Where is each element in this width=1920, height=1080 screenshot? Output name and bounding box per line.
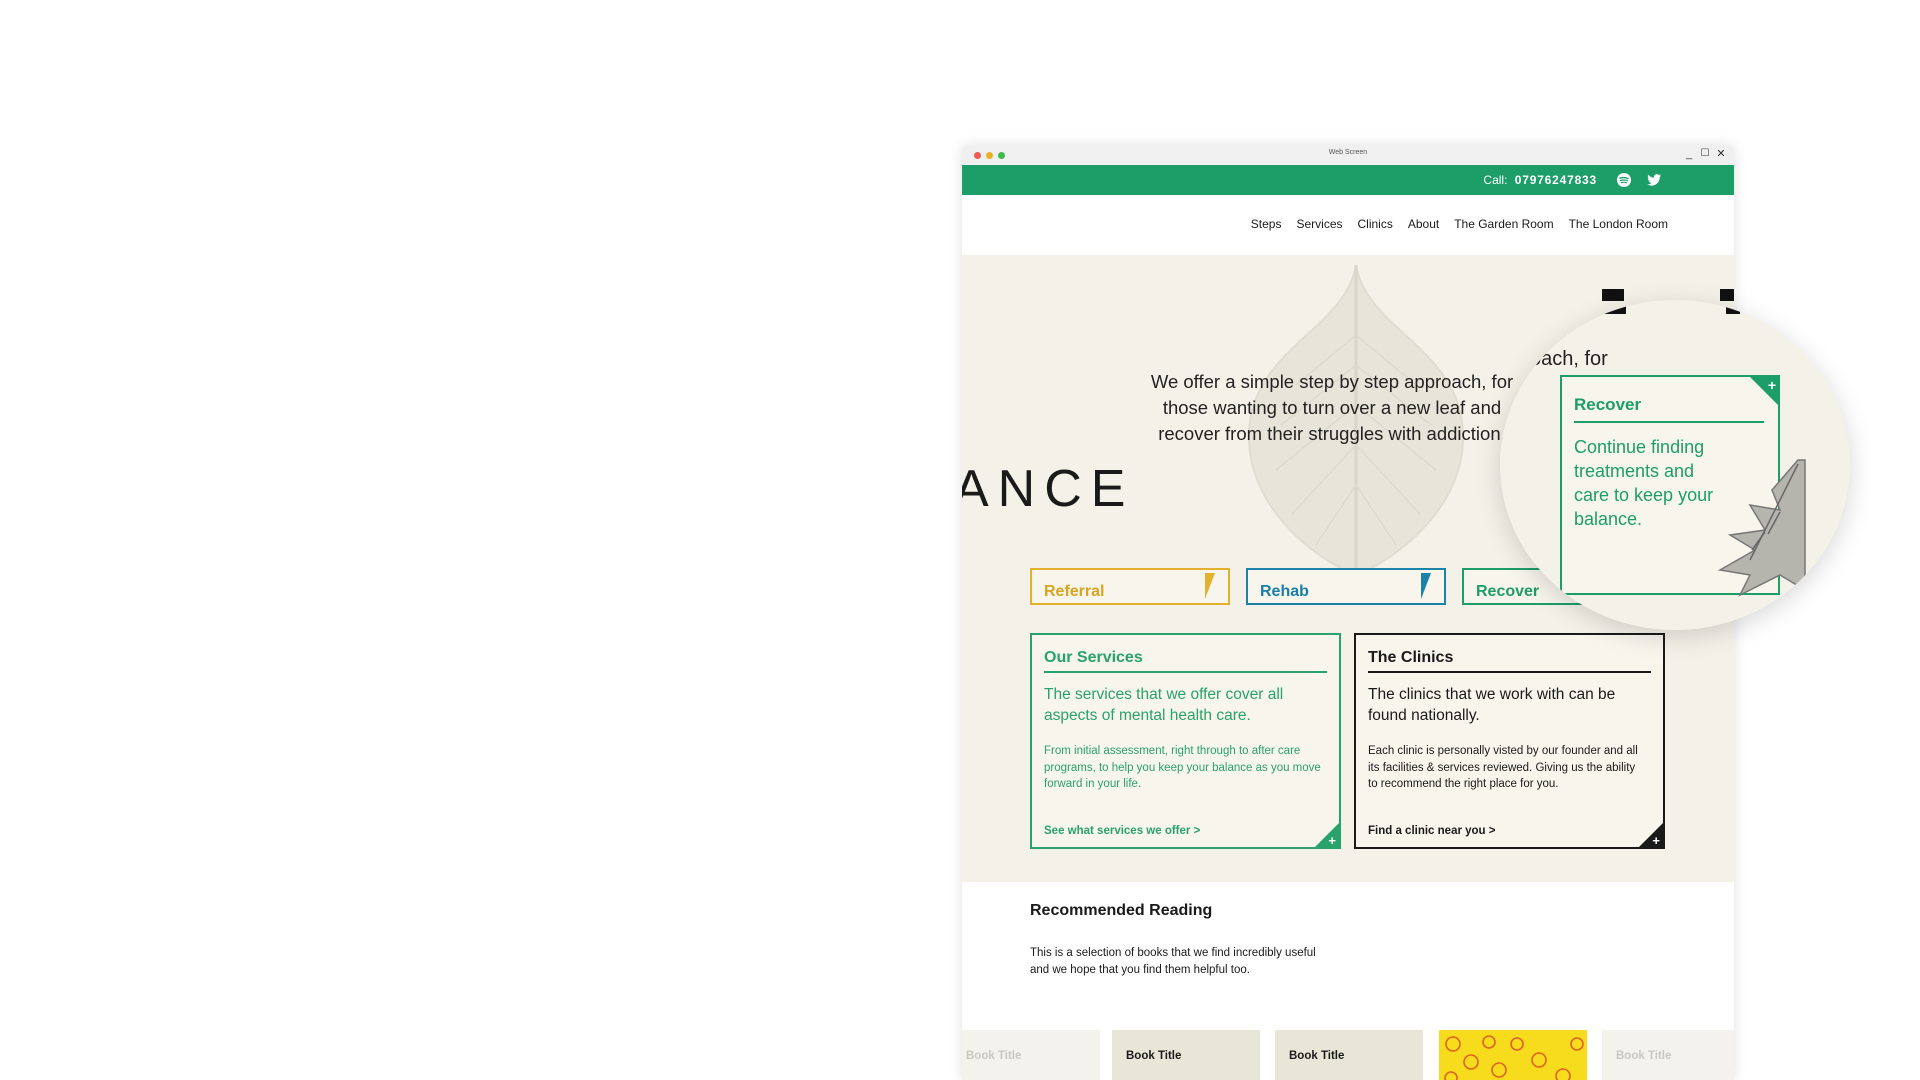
- step-label: Referral: [1044, 583, 1105, 600]
- minimize-icon[interactable]: _: [1682, 147, 1696, 161]
- hero-intro-text: We offer a simple step by step approach,…: [1150, 371, 1514, 444]
- nav-item-about[interactable]: About: [1408, 217, 1439, 231]
- card-lead: The services that we offer cover all asp…: [1044, 686, 1284, 724]
- plus-icon[interactable]: +: [1768, 378, 1776, 392]
- corner-triangle-icon: [1421, 573, 1441, 599]
- window-title: Web Screen: [1328, 149, 1368, 156]
- clinics-card: The Clinics The clinics that we work wit…: [1354, 633, 1665, 849]
- step-label: Rehab: [1260, 583, 1309, 600]
- plus-icon[interactable]: +: [1328, 834, 1336, 847]
- services-link[interactable]: See what services we offer >: [1044, 825, 1200, 837]
- book-title: Book Title: [1289, 1050, 1345, 1062]
- contact-bar: Call: 07976247833: [962, 165, 1734, 195]
- call-label: Call:: [1483, 173, 1508, 187]
- main-nav: Steps Services Clinics About The Garden …: [962, 195, 1734, 255]
- twitter-icon[interactable]: [1646, 172, 1662, 188]
- call-info: Call: 07976247833: [1483, 173, 1597, 187]
- maximize-icon[interactable]: ☐: [1698, 147, 1712, 161]
- card-divider: [1368, 671, 1651, 673]
- corner-triangle-icon: [1205, 573, 1225, 599]
- book-title: Book Title: [1616, 1050, 1672, 1062]
- nav-item-garden-room[interactable]: The Garden Room: [1454, 217, 1553, 231]
- card-body: From initial assessment, right through t…: [1044, 745, 1321, 790]
- card-divider: [1044, 671, 1327, 673]
- window-titlebar: Web Screen _ ☐ ✕: [962, 145, 1734, 166]
- card-lead: The clinics that we work with can be fou…: [1368, 686, 1616, 724]
- step-referral-button[interactable]: Referral: [1030, 568, 1230, 605]
- ghost-heading-fragment: [1602, 300, 1740, 314]
- spotify-icon[interactable]: [1616, 172, 1632, 188]
- card-divider: [1574, 421, 1764, 423]
- step-rehab-button[interactable]: Rehab: [1246, 568, 1446, 605]
- smiley-pattern-icon: [1444, 1035, 1584, 1080]
- reading-text: This is a selection of books that we fin…: [1030, 947, 1316, 976]
- book-card[interactable]: Book Title: [1275, 1030, 1423, 1080]
- reading-title: Recommended Reading: [1030, 902, 1213, 919]
- card-body: Each clinic is personally visted by our …: [1368, 745, 1638, 790]
- step-label: Recover: [1476, 583, 1540, 600]
- card-title: The Clinics: [1368, 649, 1454, 666]
- card-title: Our Services: [1044, 649, 1143, 666]
- card-title: Recover: [1574, 395, 1642, 414]
- book-cover-image[interactable]: [1439, 1030, 1587, 1080]
- clinics-link[interactable]: Find a clinic near you >: [1368, 825, 1496, 837]
- maple-leaf-illustration: [1717, 459, 1806, 597]
- hero-heading-fragment: ANCE: [962, 460, 1135, 518]
- nav-item-clinics[interactable]: Clinics: [1358, 217, 1393, 231]
- plus-icon[interactable]: +: [1652, 834, 1660, 847]
- close-icon[interactable]: ✕: [1714, 147, 1728, 161]
- book-card[interactable]: Book Title: [1112, 1030, 1260, 1080]
- book-title: Book Title: [966, 1050, 1022, 1062]
- book-card[interactable]: Book Title: [1602, 1030, 1734, 1080]
- recommended-reading: Recommended Reading This is a selection …: [1030, 902, 1330, 979]
- book-title: Book Title: [1126, 1050, 1182, 1062]
- nav-item-london-room[interactable]: The London Room: [1569, 217, 1668, 231]
- nav-item-steps[interactable]: Steps: [1251, 217, 1282, 231]
- phone-number[interactable]: 07976247833: [1515, 173, 1597, 187]
- magnified-text-fragment: oach, for: [1530, 348, 1608, 370]
- services-card: Our Services The services that we offer …: [1030, 633, 1341, 849]
- book-card[interactable]: Book Title: [962, 1030, 1100, 1080]
- nav-item-services[interactable]: Services: [1296, 217, 1342, 231]
- zoom-magnifier: oach, for Recover Continue finding treat…: [1500, 300, 1850, 630]
